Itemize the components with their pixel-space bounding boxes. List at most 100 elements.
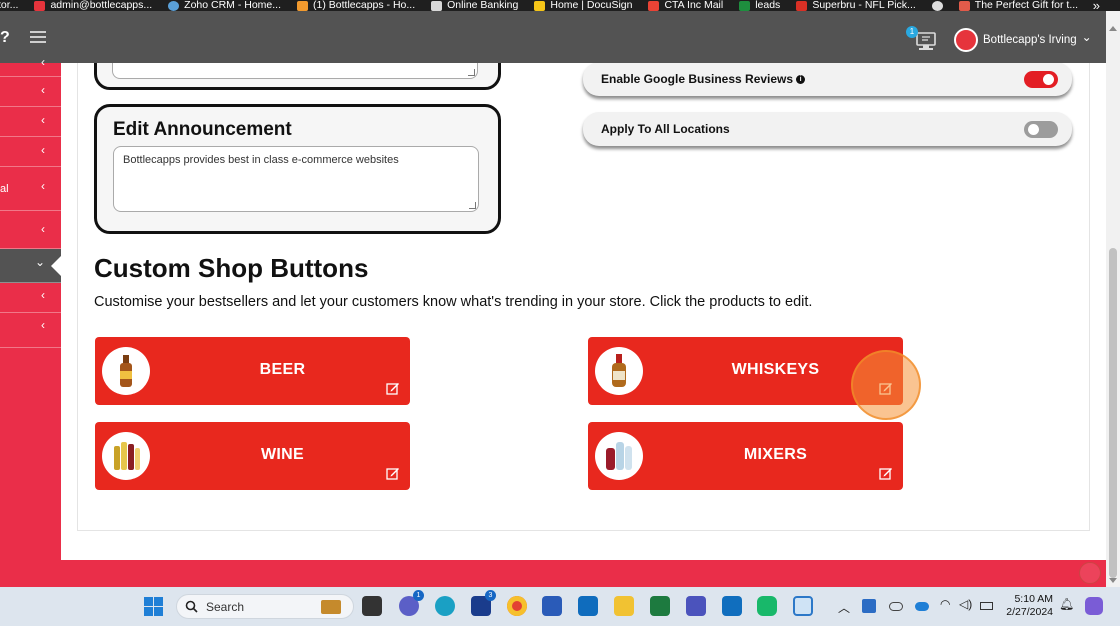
copilot-icon[interactable] (1085, 597, 1103, 615)
scroll-thumb[interactable] (1109, 248, 1117, 578)
bookmark-item[interactable]: Online Banking (431, 0, 518, 11)
file-explorer-icon[interactable] (614, 596, 634, 616)
window-app-icon[interactable] (793, 596, 813, 616)
bookmark-item[interactable]: Superbru - NFL Pick... (796, 0, 916, 11)
user-name: Bottlecapp's Irving (983, 34, 1077, 46)
bookmark-item[interactable]: admin@bottlecapps... (34, 0, 152, 11)
section-description: Customise your bestsellers and let your … (94, 294, 813, 310)
bookmark-item[interactable]: Zoho CRM - Home... (168, 0, 281, 11)
bottlecapps-icon (297, 0, 309, 11)
sidebar-item[interactable]: ‹ (0, 55, 61, 77)
green-app-icon[interactable] (757, 596, 777, 616)
excel-icon[interactable] (650, 596, 670, 616)
chevron-left-icon: ‹ (41, 143, 45, 157)
terminal-app-icon[interactable] (362, 596, 382, 616)
zoho-icon (168, 0, 180, 11)
bookmark-label: Superbru - NFL Pick... (812, 0, 916, 11)
wifi-icon[interactable]: ◠ (940, 597, 950, 611)
outlook-new-icon[interactable] (722, 596, 742, 616)
resize-handle-icon[interactable] (469, 202, 476, 209)
chevron-left-icon: ‹ (41, 222, 45, 236)
edge-icon[interactable] (435, 596, 455, 616)
bookmark-item[interactable]: Home | DocuSign (534, 0, 632, 11)
bookmark-item[interactable]: The Perfect Gift for t... (958, 0, 1078, 11)
bookmark-item[interactable]: (1) Bottlecapps - Ho... (297, 0, 415, 11)
edit-icon[interactable] (386, 467, 400, 480)
sidebar-item-active[interactable]: ⌄ (0, 249, 61, 283)
bookmark-item[interactable] (931, 0, 943, 11)
taskbar-clock[interactable]: 5:10 AM 2/27/2024 (1003, 593, 1053, 619)
scroll-up-arrow[interactable] (1109, 26, 1117, 31)
page-scrollbar[interactable] (1106, 11, 1120, 587)
store-icon[interactable] (542, 596, 562, 616)
sheets-icon (739, 0, 751, 11)
sidebar-item[interactable]: ‹ (0, 77, 61, 107)
sidebar-item-label: al (0, 183, 9, 195)
edit-icon[interactable] (386, 382, 400, 395)
onedrive-icon[interactable] (915, 602, 929, 611)
security-icon[interactable] (862, 599, 876, 613)
shop-button-mixers[interactable]: MIXERS (588, 422, 903, 490)
cloud-icon[interactable] (889, 602, 903, 611)
google-reviews-toggle-row: Enable Google Business Reviews i (583, 63, 1072, 96)
shop-button-wine[interactable]: WINE (95, 422, 410, 490)
chevron-left-icon: ‹ (41, 179, 45, 193)
footer-bar (61, 560, 1106, 587)
menu-toggle-icon[interactable] (30, 31, 46, 43)
shop-button-beer[interactable]: BEER (95, 337, 410, 405)
briefcase-icon (321, 600, 341, 614)
user-menu[interactable]: Bottlecapp's Irving ⌄ (954, 28, 1092, 52)
outlook-icon[interactable] (578, 596, 598, 616)
bookmark-item[interactable]: leads (739, 0, 780, 11)
l-app-icon[interactable]: 3 (471, 590, 496, 616)
docusign-icon (534, 0, 546, 11)
sidebar-item[interactable]: ‹ (0, 283, 61, 313)
notification-bell-icon[interactable]: 🔔︎ (1059, 597, 1074, 611)
apply-all-locations-switch[interactable] (1024, 121, 1058, 138)
logo[interactable]: ? (0, 29, 10, 47)
tray-overflow-icon[interactable]: ︿ (838, 599, 850, 616)
app-header: ? 1 Bottlecapp's Irving ⌄ (0, 11, 1106, 63)
volume-icon[interactable]: ◁) (959, 597, 972, 611)
chevron-left-icon: ‹ (41, 113, 45, 127)
taskbar-search[interactable]: Search (176, 594, 354, 619)
bookmark-label: Online Banking (447, 0, 519, 11)
sidebar-item[interactable]: ‹ (0, 107, 61, 137)
sidebar: ‹ ‹ ‹ ‹ al ‹ ‹ ⌄ ‹ ‹ (0, 55, 61, 587)
sidebar-item[interactable]: ‹ (0, 313, 61, 348)
resize-handle-icon[interactable] (468, 69, 475, 76)
avatar (954, 28, 978, 52)
scroll-down-arrow[interactable] (1109, 578, 1117, 583)
bookmark-item[interactable]: CTA Inc Mail (648, 0, 723, 11)
sidebar-item[interactable]: al ‹ (0, 167, 61, 211)
scroll-to-top-button[interactable] (1079, 562, 1101, 584)
chevron-left-icon: ‹ (41, 288, 45, 302)
previous-textarea-box (94, 63, 501, 90)
chrome-icon[interactable] (507, 596, 527, 616)
gmail-icon (648, 0, 660, 11)
teams-icon[interactable] (686, 596, 706, 616)
whiskey-bottle-icon (595, 347, 643, 395)
info-icon[interactable]: i (796, 74, 806, 84)
sidebar-item[interactable]: ‹ (0, 211, 61, 249)
chevron-down-icon: ⌄ (34, 255, 45, 269)
edit-icon[interactable] (879, 467, 893, 480)
switch-knob (1043, 74, 1054, 85)
google-reviews-switch[interactable] (1024, 71, 1058, 88)
announcement-title: Edit Announcement (113, 119, 292, 140)
announcement-textarea[interactable]: Bottlecapps provides best in class e-com… (113, 146, 479, 212)
chat-app-icon[interactable]: 1 (399, 590, 424, 616)
battery-icon[interactable] (980, 602, 993, 610)
switch-knob (1028, 124, 1039, 135)
bookmark-item[interactable]: tor... (0, 0, 18, 11)
announcement-text: Bottlecapps provides best in class e-com… (123, 154, 399, 166)
bookmark-label: CTA Inc Mail (664, 0, 724, 11)
sidebar-item[interactable]: ‹ (0, 137, 61, 167)
notification-button[interactable]: 1 (906, 26, 940, 54)
previous-textarea[interactable] (112, 63, 478, 79)
beer-bottle-icon (102, 347, 150, 395)
bookmark-label: leads (755, 0, 781, 11)
bookmark-label: Zoho CRM - Home... (184, 0, 282, 11)
windows-start-icon[interactable] (144, 597, 163, 616)
bookmarks-overflow-button[interactable]: » (1093, 0, 1100, 11)
